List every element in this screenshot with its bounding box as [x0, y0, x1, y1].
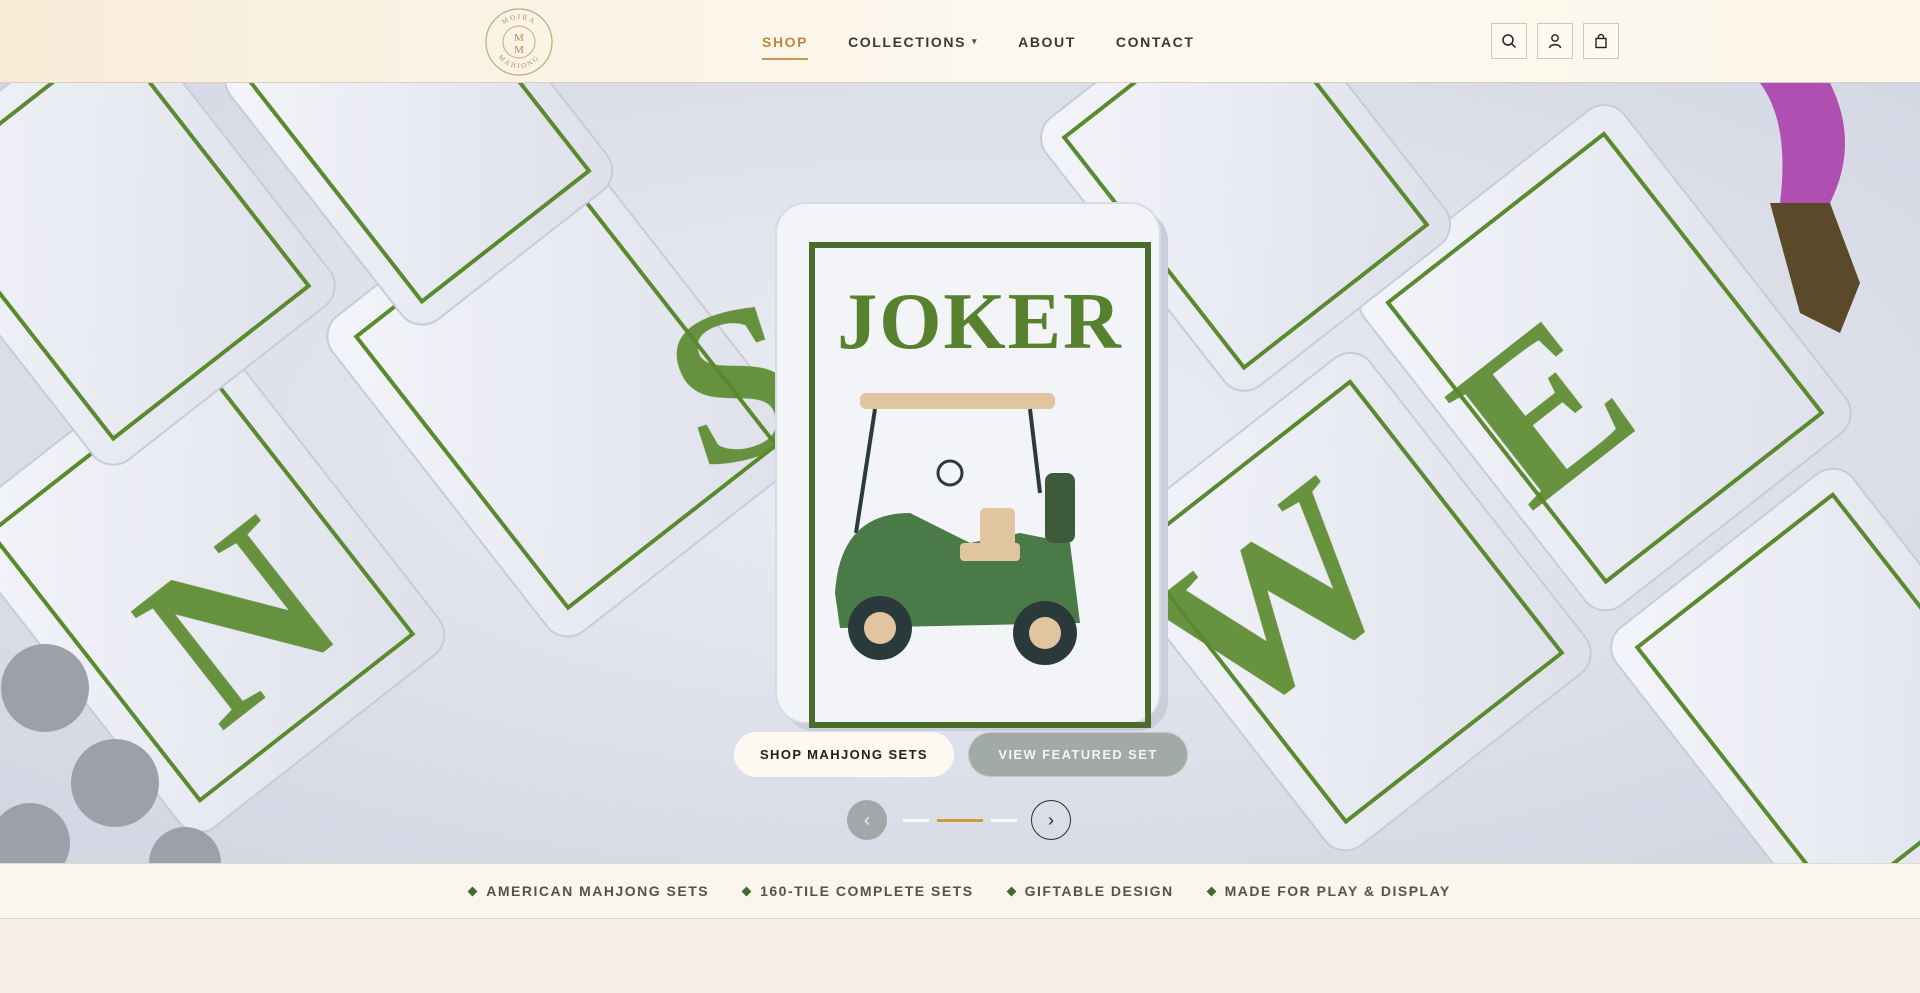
- hero-cta-group: SHOP MAHJONG SETS VIEW FEATURED SET: [734, 732, 1188, 777]
- carousel-dot-2[interactable]: [937, 818, 983, 822]
- nav-collections[interactable]: COLLECTIONS ▾: [848, 34, 978, 50]
- cart-button[interactable]: [1583, 23, 1619, 59]
- nav-contact[interactable]: CONTACT: [1116, 34, 1195, 50]
- nav-about-label: ABOUT: [1018, 33, 1076, 50]
- nav-collections-label: COLLECTIONS: [848, 33, 967, 50]
- carousel-dot-1[interactable]: [903, 818, 929, 822]
- hero-banner: S N W E JOKER SHOP MAHJONG SETS VIEW FEA…: [0, 83, 1920, 863]
- feature-item: AMERICAN MAHJONG SETS: [467, 883, 710, 899]
- joker-tile-text: JOKER: [837, 278, 1123, 366]
- carousel-controls: ‹ ›: [847, 800, 1071, 840]
- nav-shop[interactable]: SHOP: [762, 33, 809, 60]
- feature-strip: AMERICAN MAHJONG SETS 160-TILE COMPLETE …: [0, 863, 1920, 919]
- chevron-left-icon: ‹: [864, 809, 870, 830]
- logo-top-text: MOIRA: [500, 13, 535, 26]
- main-nav: SHOP COLLECTIONS ▾ ABOUT CONTACT: [762, 0, 1195, 83]
- logo-monogram-top: M: [514, 32, 524, 44]
- site-header: MOIRA MAHJONG M M SHOP COLLECTIONS ▾ ABO…: [0, 0, 1920, 83]
- logo-monogram-bottom: M: [514, 44, 524, 56]
- page-content-area: [0, 919, 1920, 993]
- diamond-icon: [467, 886, 478, 896]
- bag-icon: [1595, 33, 1607, 49]
- nav-about[interactable]: ABOUT: [1018, 34, 1076, 50]
- nav-contact-label: CONTACT: [1115, 33, 1195, 50]
- joker-tile: JOKER: [775, 202, 1168, 731]
- chevron-right-icon: ›: [1048, 809, 1054, 830]
- feature-label: GIFTABLE DESIGN: [1024, 883, 1174, 899]
- shop-sets-button[interactable]: SHOP MAHJONG SETS: [734, 732, 954, 777]
- diamond-icon: [1006, 886, 1017, 896]
- feature-label: 160-TILE COMPLETE SETS: [760, 883, 974, 899]
- carousel-dot-3[interactable]: [991, 818, 1017, 822]
- diamond-icon: [1206, 886, 1217, 896]
- carousel-dots: [903, 818, 1017, 822]
- account-icon: [1548, 34, 1562, 49]
- feature-item: 160-TILE COMPLETE SETS: [741, 883, 974, 899]
- carousel-next-button[interactable]: ›: [1031, 800, 1071, 840]
- search-button[interactable]: [1491, 23, 1527, 59]
- brand-logo[interactable]: MOIRA MAHJONG M M: [484, 7, 554, 77]
- search-icon: [1502, 34, 1517, 49]
- feature-label: AMERICAN MAHJONG SETS: [486, 883, 710, 899]
- feature-item: GIFTABLE DESIGN: [1006, 883, 1174, 899]
- svg-text:MOIRA: MOIRA: [500, 13, 537, 26]
- feature-label: MADE FOR PLAY & DISPLAY: [1224, 883, 1451, 899]
- carousel-prev-button[interactable]: ‹: [847, 800, 887, 840]
- chevron-down-icon: ▾: [972, 36, 979, 46]
- feature-item: MADE FOR PLAY & DISPLAY: [1206, 883, 1451, 899]
- view-featured-button[interactable]: VIEW FEATURED SET: [968, 732, 1188, 777]
- account-button[interactable]: [1537, 23, 1573, 59]
- nav-shop-label: SHOP: [762, 33, 809, 50]
- diamond-icon: [741, 886, 752, 896]
- header-actions: [1491, 23, 1619, 59]
